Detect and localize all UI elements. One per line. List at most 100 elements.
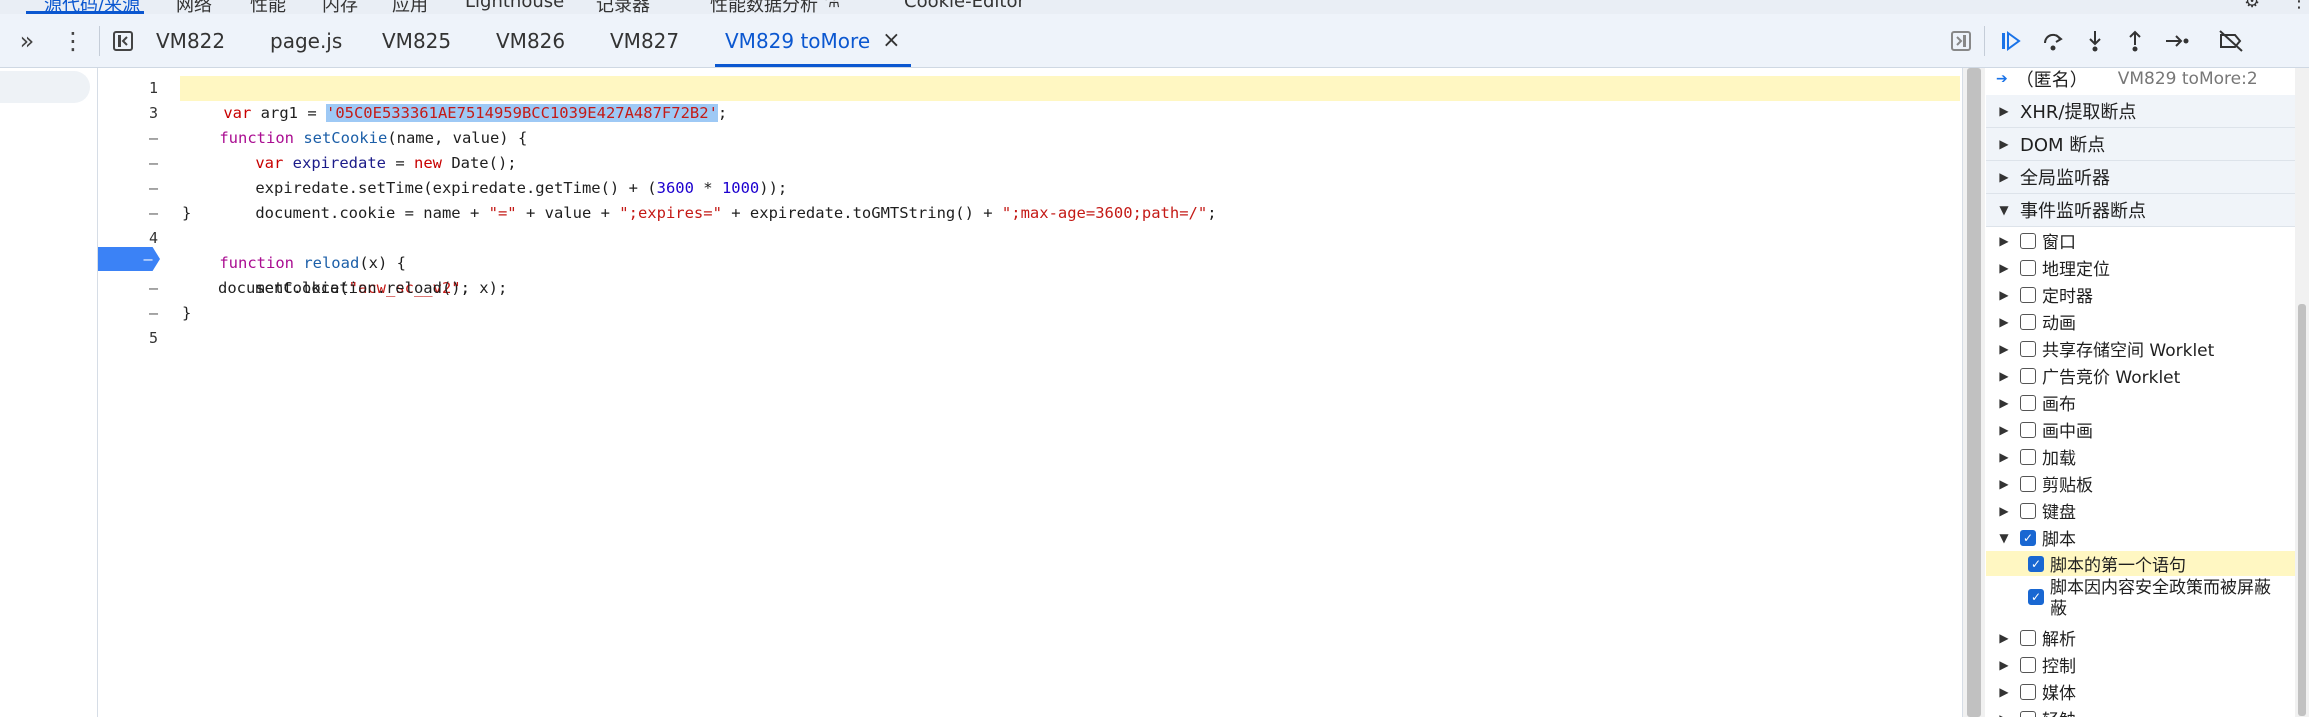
category-label: 定时器 [2042,287,2093,307]
scrollbar-thumb[interactable] [1967,68,1981,717]
checkbox-checked[interactable]: ✓ [2028,555,2044,572]
debugger-sidebar: ➔ （匿名） VM829 toMore:2 ▶ XHR/提取断点 ▶ DOM 断点 … [1986,68,2309,717]
step-icon[interactable] [2160,24,2194,58]
step-over-icon[interactable] [2036,24,2070,58]
line-number[interactable]: – [98,204,158,222]
checkbox[interactable] [2020,629,2036,646]
step-into-icon[interactable] [2078,24,2112,58]
navigator-search[interactable] [0,71,90,103]
event-category[interactable]: ▶ 画布 [1986,389,2306,416]
debugger-scrollbar[interactable] [2295,68,2309,717]
code-line-3[interactable]: var expiredate = new Date(); [182,126,1960,172]
checkbox[interactable] [2020,656,2036,673]
file-tab-vm826[interactable]: VM826 [496,14,565,67]
tab-network[interactable]: 网络 [176,0,212,14]
event-category[interactable]: ▶ 共享存储空间 Worklet [1986,335,2306,362]
tab-lighthouse[interactable]: Lighthouse [465,0,564,12]
checkbox[interactable] [2020,286,2036,303]
code-line-4[interactable]: expiredate.setTime(expiredate.getTime() … [182,151,1960,197]
line-number[interactable]: – [138,250,158,268]
code-line-6[interactable]: } [182,201,1960,226]
checkbox-checked[interactable]: ✓ [2028,589,2044,605]
line-number[interactable]: 3 [98,104,158,122]
editor-scrollbar[interactable] [1962,68,1985,717]
category-label: 解析 [2042,630,2076,650]
checkbox[interactable] [2020,448,2036,465]
gear-icon[interactable]: ⚙ [2244,0,2260,12]
file-tab-vm825[interactable]: VM825 [382,14,451,67]
tab-memory[interactable]: 内存 [322,0,358,14]
checkbox[interactable] [2020,313,2036,330]
event-category[interactable]: ▶ 定时器 [1986,281,2306,308]
checkbox[interactable] [2020,421,2036,438]
event-category[interactable]: ▶ 加载 [1986,443,2306,470]
line-number[interactable]: – [98,304,158,322]
line-number[interactable]: – [98,154,158,172]
event-category[interactable]: ▶ 窗口 [1986,227,2306,254]
event-category[interactable]: ▶ 广告竞价 Worklet [1986,362,2306,389]
event-category[interactable]: ▶ 画中画 [1986,416,2306,443]
tab-application[interactable]: 应用 [392,0,428,14]
code-editor[interactable]: 1 3 – – – – 4 – – – 5 var arg1 = '05C0E5… [98,68,1960,717]
tab-performance-insights[interactable]: 性能数据分析 [710,0,818,14]
tab-recorder[interactable]: 记录器 [596,0,650,14]
code-line-5[interactable]: document.cookie = name + "=" + value + "… [182,176,1960,222]
line-number[interactable]: – [98,179,158,197]
code-line-9[interactable]: document.location.reload(); [182,276,1960,301]
checkbox[interactable] [2020,367,2036,384]
checkbox[interactable] [2020,232,2036,249]
checkbox[interactable] [2020,710,2036,717]
event-category[interactable]: ▶ 媒体 [1986,678,2306,705]
deactivate-breakpoints-icon[interactable] [2214,24,2248,58]
event-breakpoint-csp-blocked[interactable]: ✓ 脚本因内容安全政策而被屏蔽 蔽 [1986,578,2309,624]
checkbox[interactable] [2020,259,2036,276]
checkbox[interactable] [2020,683,2036,700]
call-frame-item[interactable]: ➔ （匿名） VM829 toMore:2 [1986,68,2306,91]
checkbox-checked[interactable]: ✓ [2020,529,2036,546]
step-out-icon[interactable] [2118,24,2152,58]
section-global-listeners[interactable]: ▶ 全局监听器 [1986,161,2306,194]
file-tab-vm822[interactable]: VM822 [156,14,225,67]
event-category[interactable]: ▶ 动画 [1986,308,2306,335]
toggle-navigator-icon[interactable] [106,24,140,58]
checkbox[interactable] [2020,475,2036,492]
section-dom-breakpoints[interactable]: ▶ DOM 断点 [1986,128,2306,161]
tab-performance[interactable]: 性能 [250,0,286,14]
line-number[interactable]: 4 [98,229,158,247]
event-category[interactable]: ▶ 控制 [1986,651,2306,678]
section-xhr-breakpoints[interactable]: ▶ XHR/提取断点 [1986,95,2306,128]
more-vertical-icon[interactable]: ⋮ [56,24,90,58]
line-number[interactable]: 5 [98,329,158,347]
file-tab-vm829-tomore[interactable]: VM829 toMore × [715,14,911,67]
code-line-1[interactable]: var arg1 = '05C0E533361AE7514959BCC1039E… [180,76,1960,122]
line-number[interactable]: – [98,279,158,297]
code-line-2[interactable]: function setCookie(name, value) { [182,101,1960,147]
scrollbar-thumb[interactable] [2298,304,2306,716]
event-category[interactable]: ▶ 解析 [1986,624,2306,651]
tab-cookie-editor[interactable]: Cookie-Editor [904,0,1025,12]
line-number[interactable]: 1 [98,79,158,97]
checkbox[interactable] [2020,502,2036,519]
event-category[interactable]: ▶ 键盘 [1986,497,2306,524]
chevron-double-right-icon[interactable]: » [10,24,44,58]
more-menu-icon[interactable]: ⋮ [2290,0,2308,12]
file-tab-vm827[interactable]: VM827 [610,14,679,67]
code-line-7[interactable]: function reload(x) { [182,226,1960,272]
resume-icon[interactable] [1994,24,2028,58]
line-number[interactable]: – [98,129,158,147]
checkbox[interactable] [2020,340,2036,357]
event-breakpoint-first-statement[interactable]: ✓ 脚本的第一个语句 [1986,551,2304,576]
code-line-10[interactable]: } [182,301,1960,326]
checkbox[interactable] [2020,394,2036,411]
close-icon[interactable]: × [882,28,900,53]
code-line-8[interactable]: setCookie("acw_sc__v2", x); [182,251,1960,297]
toggle-debugger-icon[interactable] [1944,24,1978,58]
event-category-script[interactable]: ▼ ✓ 脚本 [1986,524,2306,551]
line-gutter[interactable]: 1 3 – – – – 4 – – – 5 [98,68,178,717]
section-event-listener-breakpoints[interactable]: ▼ 事件监听器断点 [1986,194,2306,227]
toolbar-divider [1984,26,1985,56]
file-tab-page-js[interactable]: page.js [270,14,342,67]
event-category[interactable]: ▶ 剪贴板 [1986,470,2306,497]
event-category[interactable]: ▶ 轻触 [1986,705,2306,717]
event-category[interactable]: ▶ 地理定位 [1986,254,2306,281]
